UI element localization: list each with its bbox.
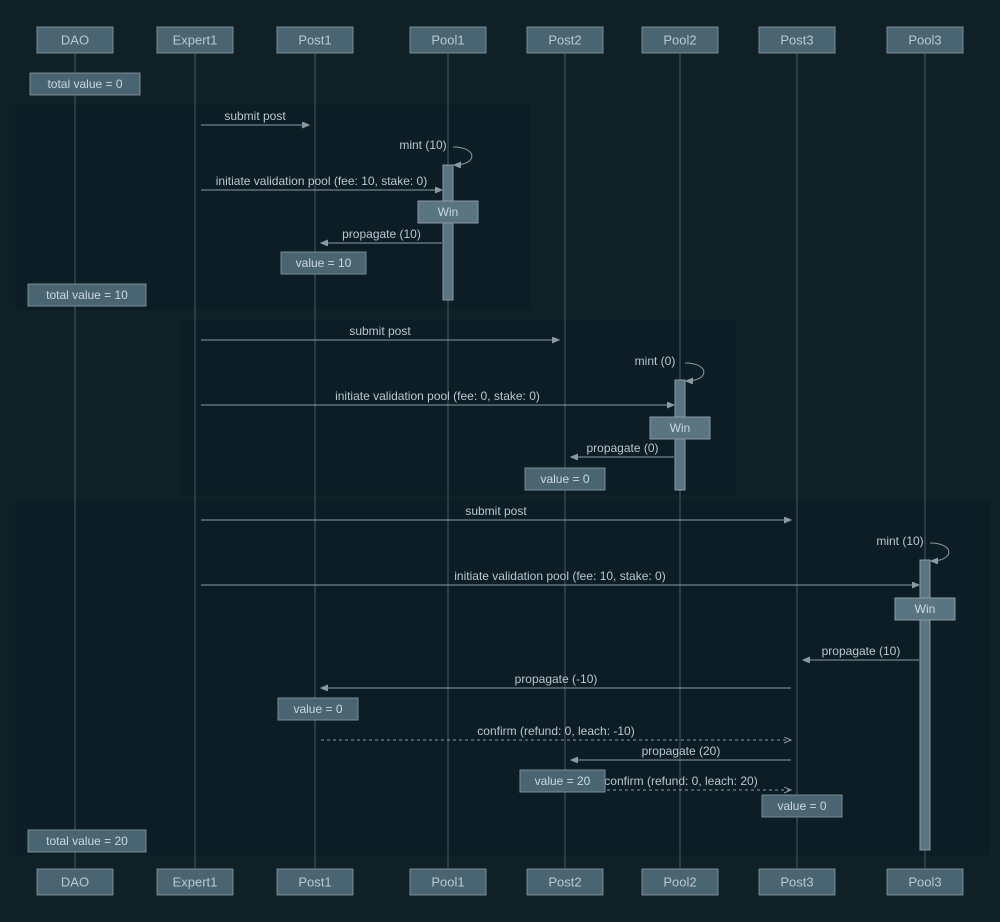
note-label-n3: total value = 10 — [46, 288, 128, 302]
note-label-n1: Win — [438, 205, 459, 219]
activation-0 — [443, 165, 453, 300]
note-label-n0: total value = 0 — [47, 77, 122, 91]
message-label-m0: submit post — [224, 109, 286, 123]
note-label-n4: Win — [670, 421, 691, 435]
actor-top-label-Pool2: Pool2 — [663, 32, 696, 47]
message-label-m13: confirm (refund: 0, leach: -10) — [477, 724, 634, 738]
actor-top-label-Post2: Post2 — [548, 32, 581, 47]
actor-bottom-label-DAO: DAO — [61, 874, 89, 889]
block-1 — [180, 320, 735, 495]
note-label-n6: Win — [915, 602, 936, 616]
message-label-m5: mint (0) — [635, 354, 676, 368]
actor-top-label-Post1: Post1 — [298, 32, 331, 47]
note-label-n10: total value = 20 — [46, 834, 128, 848]
note-label-n2: value = 10 — [296, 256, 352, 270]
note-label-n7: value = 0 — [293, 702, 342, 716]
actor-bottom-label-Pool2: Pool2 — [663, 874, 696, 889]
actor-bottom-label-Post1: Post1 — [298, 874, 331, 889]
actor-top-label-Pool3: Pool3 — [908, 32, 941, 47]
actor-top-label-DAO: DAO — [61, 32, 89, 47]
message-label-m12: propagate (-10) — [515, 672, 598, 686]
message-label-m7: propagate (0) — [586, 441, 658, 455]
actor-bottom-label-Expert1: Expert1 — [173, 874, 218, 889]
block-2 — [15, 500, 990, 855]
actor-top-label-Expert1: Expert1 — [173, 32, 218, 47]
note-label-n8: value = 20 — [535, 774, 591, 788]
message-label-m11: propagate (10) — [822, 644, 901, 658]
message-label-m6: initiate validation pool (fee: 0, stake:… — [335, 389, 540, 403]
actor-bottom-label-Pool1: Pool1 — [431, 874, 464, 889]
sequence-diagram: submit post mint (10) initiate validation … — [0, 0, 1000, 922]
message-label-m15: confirm (refund: 0, leach: 20) — [604, 774, 757, 788]
message-label-m8: submit post — [465, 504, 527, 518]
actor-bottom-label-Post2: Post2 — [548, 874, 581, 889]
note-label-n5: value = 0 — [540, 472, 589, 486]
message-label-m4: submit post — [349, 324, 411, 338]
actor-top-label-Post3: Post3 — [780, 32, 813, 47]
message-label-m1: mint (10) — [399, 138, 446, 152]
message-label-m9: mint (10) — [876, 534, 923, 548]
message-label-m14: propagate (20) — [642, 744, 721, 758]
message-label-m10: initiate validation pool (fee: 10, stake… — [454, 569, 665, 583]
actor-bottom-label-Post3: Post3 — [780, 874, 813, 889]
message-label-m3: propagate (10) — [342, 227, 421, 241]
actor-top-label-Pool1: Pool1 — [431, 32, 464, 47]
actor-bottom-label-Pool3: Pool3 — [908, 874, 941, 889]
message-label-m2: initiate validation pool (fee: 10, stake… — [216, 174, 427, 188]
note-label-n9: value = 0 — [777, 799, 826, 813]
